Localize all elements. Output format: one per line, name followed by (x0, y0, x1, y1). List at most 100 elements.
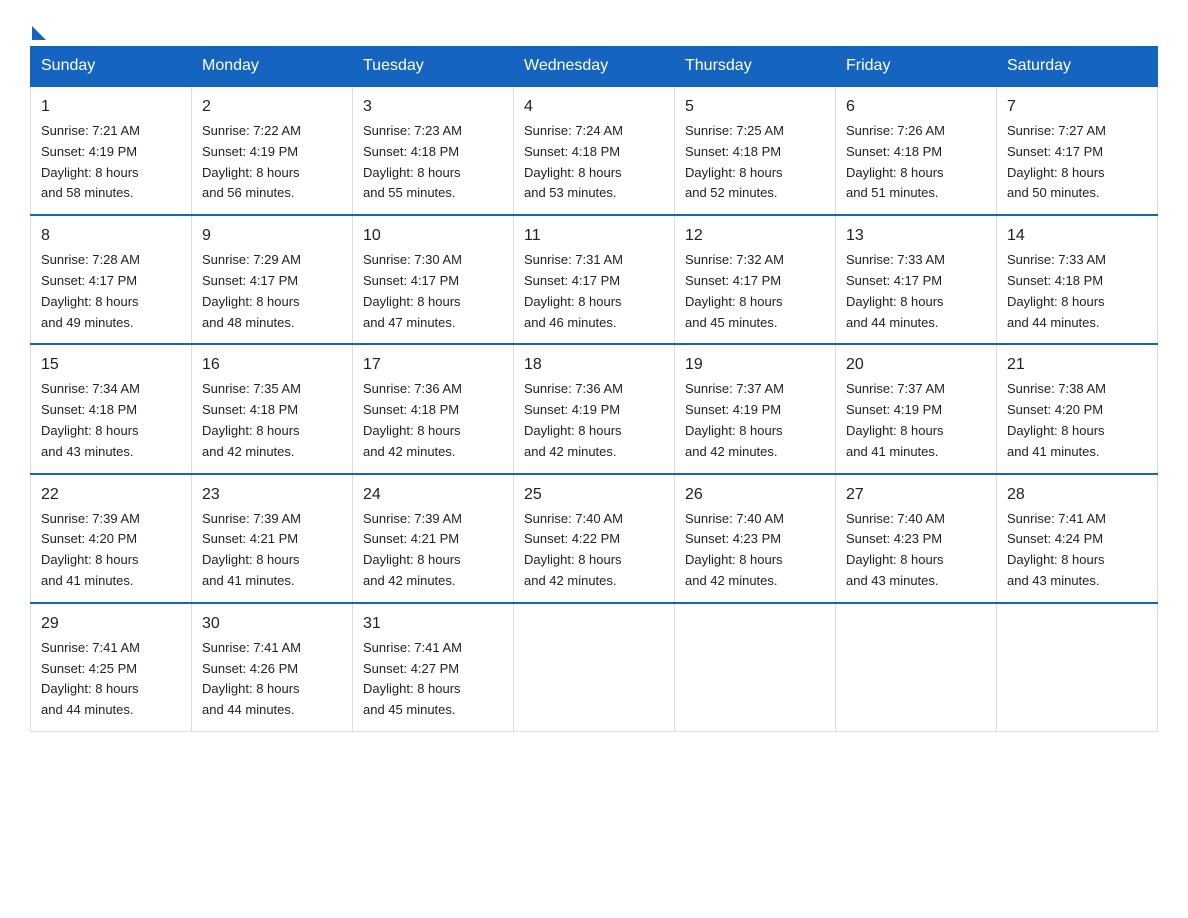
calendar-cell: 7Sunrise: 7:27 AMSunset: 4:17 PMDaylight… (997, 86, 1158, 215)
calendar-cell: 26Sunrise: 7:40 AMSunset: 4:23 PMDayligh… (675, 474, 836, 603)
day-info: Sunrise: 7:22 AMSunset: 4:19 PMDaylight:… (202, 121, 342, 204)
week-row-4: 22Sunrise: 7:39 AMSunset: 4:20 PMDayligh… (31, 474, 1158, 603)
calendar-cell: 8Sunrise: 7:28 AMSunset: 4:17 PMDaylight… (31, 215, 192, 344)
day-info: Sunrise: 7:36 AMSunset: 4:19 PMDaylight:… (524, 379, 664, 462)
day-number: 1 (41, 95, 181, 119)
calendar-cell: 5Sunrise: 7:25 AMSunset: 4:18 PMDaylight… (675, 86, 836, 215)
calendar-cell (514, 603, 675, 732)
day-number: 25 (524, 483, 664, 507)
calendar-cell: 30Sunrise: 7:41 AMSunset: 4:26 PMDayligh… (192, 603, 353, 732)
day-info: Sunrise: 7:41 AMSunset: 4:27 PMDaylight:… (363, 638, 503, 721)
calendar-cell: 12Sunrise: 7:32 AMSunset: 4:17 PMDayligh… (675, 215, 836, 344)
day-header-thursday: Thursday (675, 47, 836, 87)
calendar-cell: 15Sunrise: 7:34 AMSunset: 4:18 PMDayligh… (31, 344, 192, 473)
day-header-saturday: Saturday (997, 47, 1158, 87)
calendar-cell: 10Sunrise: 7:30 AMSunset: 4:17 PMDayligh… (353, 215, 514, 344)
days-of-week-row: SundayMondayTuesdayWednesdayThursdayFrid… (31, 47, 1158, 87)
calendar-cell: 19Sunrise: 7:37 AMSunset: 4:19 PMDayligh… (675, 344, 836, 473)
calendar-cell: 23Sunrise: 7:39 AMSunset: 4:21 PMDayligh… (192, 474, 353, 603)
calendar-cell: 16Sunrise: 7:35 AMSunset: 4:18 PMDayligh… (192, 344, 353, 473)
day-number: 18 (524, 353, 664, 377)
week-row-3: 15Sunrise: 7:34 AMSunset: 4:18 PMDayligh… (31, 344, 1158, 473)
calendar-cell: 9Sunrise: 7:29 AMSunset: 4:17 PMDaylight… (192, 215, 353, 344)
calendar-cell (836, 603, 997, 732)
day-number: 6 (846, 95, 986, 119)
day-info: Sunrise: 7:39 AMSunset: 4:21 PMDaylight:… (363, 509, 503, 592)
day-info: Sunrise: 7:28 AMSunset: 4:17 PMDaylight:… (41, 250, 181, 333)
calendar-cell: 28Sunrise: 7:41 AMSunset: 4:24 PMDayligh… (997, 474, 1158, 603)
day-number: 22 (41, 483, 181, 507)
logo (30, 20, 46, 36)
page-header (30, 20, 1158, 36)
day-number: 30 (202, 612, 342, 636)
day-info: Sunrise: 7:41 AMSunset: 4:25 PMDaylight:… (41, 638, 181, 721)
day-info: Sunrise: 7:34 AMSunset: 4:18 PMDaylight:… (41, 379, 181, 462)
day-number: 17 (363, 353, 503, 377)
day-info: Sunrise: 7:41 AMSunset: 4:26 PMDaylight:… (202, 638, 342, 721)
day-info: Sunrise: 7:41 AMSunset: 4:24 PMDaylight:… (1007, 509, 1147, 592)
day-number: 3 (363, 95, 503, 119)
day-info: Sunrise: 7:35 AMSunset: 4:18 PMDaylight:… (202, 379, 342, 462)
calendar-cell: 2Sunrise: 7:22 AMSunset: 4:19 PMDaylight… (192, 86, 353, 215)
day-info: Sunrise: 7:27 AMSunset: 4:17 PMDaylight:… (1007, 121, 1147, 204)
day-number: 14 (1007, 224, 1147, 248)
calendar-cell: 20Sunrise: 7:37 AMSunset: 4:19 PMDayligh… (836, 344, 997, 473)
calendar-cell: 22Sunrise: 7:39 AMSunset: 4:20 PMDayligh… (31, 474, 192, 603)
week-row-1: 1Sunrise: 7:21 AMSunset: 4:19 PMDaylight… (31, 86, 1158, 215)
day-number: 23 (202, 483, 342, 507)
day-info: Sunrise: 7:30 AMSunset: 4:17 PMDaylight:… (363, 250, 503, 333)
calendar-table: SundayMondayTuesdayWednesdayThursdayFrid… (30, 46, 1158, 732)
calendar-cell: 25Sunrise: 7:40 AMSunset: 4:22 PMDayligh… (514, 474, 675, 603)
calendar-cell: 11Sunrise: 7:31 AMSunset: 4:17 PMDayligh… (514, 215, 675, 344)
day-number: 2 (202, 95, 342, 119)
week-row-2: 8Sunrise: 7:28 AMSunset: 4:17 PMDaylight… (31, 215, 1158, 344)
day-info: Sunrise: 7:37 AMSunset: 4:19 PMDaylight:… (846, 379, 986, 462)
day-info: Sunrise: 7:33 AMSunset: 4:17 PMDaylight:… (846, 250, 986, 333)
day-number: 11 (524, 224, 664, 248)
day-info: Sunrise: 7:32 AMSunset: 4:17 PMDaylight:… (685, 250, 825, 333)
day-info: Sunrise: 7:40 AMSunset: 4:23 PMDaylight:… (846, 509, 986, 592)
day-number: 10 (363, 224, 503, 248)
day-info: Sunrise: 7:40 AMSunset: 4:23 PMDaylight:… (685, 509, 825, 592)
week-row-5: 29Sunrise: 7:41 AMSunset: 4:25 PMDayligh… (31, 603, 1158, 732)
day-number: 9 (202, 224, 342, 248)
day-info: Sunrise: 7:26 AMSunset: 4:18 PMDaylight:… (846, 121, 986, 204)
day-number: 12 (685, 224, 825, 248)
day-number: 5 (685, 95, 825, 119)
calendar-cell (997, 603, 1158, 732)
day-info: Sunrise: 7:39 AMSunset: 4:20 PMDaylight:… (41, 509, 181, 592)
day-number: 31 (363, 612, 503, 636)
day-info: Sunrise: 7:25 AMSunset: 4:18 PMDaylight:… (685, 121, 825, 204)
day-number: 26 (685, 483, 825, 507)
day-info: Sunrise: 7:23 AMSunset: 4:18 PMDaylight:… (363, 121, 503, 204)
day-number: 24 (363, 483, 503, 507)
day-number: 4 (524, 95, 664, 119)
calendar-cell: 29Sunrise: 7:41 AMSunset: 4:25 PMDayligh… (31, 603, 192, 732)
day-number: 19 (685, 353, 825, 377)
day-header-wednesday: Wednesday (514, 47, 675, 87)
day-info: Sunrise: 7:38 AMSunset: 4:20 PMDaylight:… (1007, 379, 1147, 462)
day-number: 21 (1007, 353, 1147, 377)
day-info: Sunrise: 7:31 AMSunset: 4:17 PMDaylight:… (524, 250, 664, 333)
day-info: Sunrise: 7:21 AMSunset: 4:19 PMDaylight:… (41, 121, 181, 204)
day-number: 8 (41, 224, 181, 248)
calendar-cell: 21Sunrise: 7:38 AMSunset: 4:20 PMDayligh… (997, 344, 1158, 473)
day-info: Sunrise: 7:39 AMSunset: 4:21 PMDaylight:… (202, 509, 342, 592)
calendar-cell: 6Sunrise: 7:26 AMSunset: 4:18 PMDaylight… (836, 86, 997, 215)
day-header-monday: Monday (192, 47, 353, 87)
calendar-cell: 24Sunrise: 7:39 AMSunset: 4:21 PMDayligh… (353, 474, 514, 603)
day-number: 16 (202, 353, 342, 377)
calendar-cell: 3Sunrise: 7:23 AMSunset: 4:18 PMDaylight… (353, 86, 514, 215)
calendar-cell: 27Sunrise: 7:40 AMSunset: 4:23 PMDayligh… (836, 474, 997, 603)
day-info: Sunrise: 7:24 AMSunset: 4:18 PMDaylight:… (524, 121, 664, 204)
calendar-cell: 31Sunrise: 7:41 AMSunset: 4:27 PMDayligh… (353, 603, 514, 732)
calendar-cell: 1Sunrise: 7:21 AMSunset: 4:19 PMDaylight… (31, 86, 192, 215)
day-header-tuesday: Tuesday (353, 47, 514, 87)
day-info: Sunrise: 7:37 AMSunset: 4:19 PMDaylight:… (685, 379, 825, 462)
day-info: Sunrise: 7:33 AMSunset: 4:18 PMDaylight:… (1007, 250, 1147, 333)
calendar-cell: 17Sunrise: 7:36 AMSunset: 4:18 PMDayligh… (353, 344, 514, 473)
day-number: 20 (846, 353, 986, 377)
day-number: 7 (1007, 95, 1147, 119)
day-number: 13 (846, 224, 986, 248)
day-info: Sunrise: 7:40 AMSunset: 4:22 PMDaylight:… (524, 509, 664, 592)
